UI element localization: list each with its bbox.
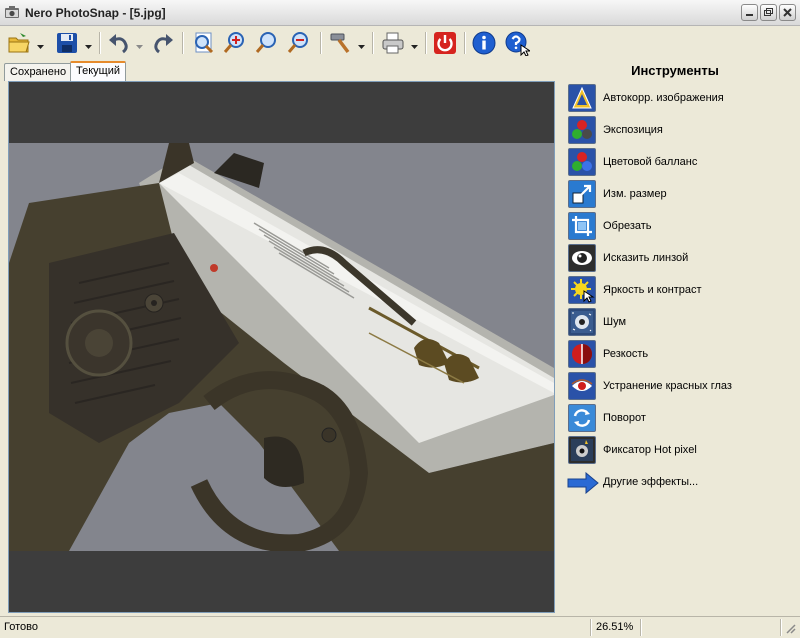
noise-icon: [568, 308, 596, 336]
tool-label: Исказить линзой: [603, 252, 689, 264]
tool-label: Цветовой балланс: [603, 156, 698, 168]
save-icon[interactable]: [54, 30, 80, 56]
tools-dropdown-chevron-icon[interactable]: [358, 41, 365, 49]
auto-correct-icon: [568, 84, 596, 112]
tool-label: Яркость и контраст: [603, 284, 702, 296]
printer-icon[interactable]: [380, 30, 406, 56]
zoom-level: 26.51%: [596, 621, 634, 633]
crop-icon: [568, 212, 596, 240]
undo-icon[interactable]: [106, 30, 132, 56]
tool-lens-distort[interactable]: Исказить линзой: [568, 244, 793, 274]
tool-rotate[interactable]: Поворот: [568, 404, 793, 434]
brightness-contrast-icon: [568, 276, 596, 304]
photo-pistol: [9, 143, 554, 551]
toolbar-separator: [372, 32, 373, 54]
tab-current[interactable]: Текущий: [70, 61, 126, 81]
title-bar[interactable]: Nero PhotoSnap - [5.jpg]: [0, 0, 800, 26]
tools-panel: Инструменты Автокорр. изображения Экспоз…: [560, 60, 800, 616]
status-separator: [590, 619, 591, 636]
status-text: Готово: [4, 621, 38, 633]
resize-grip-icon[interactable]: [784, 622, 796, 634]
zoom-actual-icon[interactable]: [254, 30, 280, 56]
resize-icon: [568, 180, 596, 208]
red-eye-icon: [568, 372, 596, 400]
status-separator: [640, 619, 641, 636]
tool-label: Экспозиция: [603, 124, 663, 136]
open-folder-icon[interactable]: [6, 30, 32, 56]
lens-distort-icon: [568, 244, 596, 272]
hot-pixel-icon: [568, 436, 596, 464]
print-dropdown-chevron-icon[interactable]: [411, 41, 418, 49]
tool-sharpness[interactable]: Резкость: [568, 340, 793, 370]
status-bar: Готово 26.51%: [0, 616, 800, 638]
toolbar-separator: [320, 32, 321, 54]
tool-brightness-contrast[interactable]: Яркость и контраст: [568, 276, 793, 306]
tool-hot-pixel[interactable]: Фиксатор Hot pixel: [568, 436, 793, 466]
tool-label: Шум: [603, 316, 627, 328]
toolbar-separator: [99, 32, 100, 54]
window-title: Nero PhotoSnap - [5.jpg]: [25, 6, 166, 20]
open-dropdown-chevron-icon[interactable]: [37, 41, 44, 49]
arrow-right-icon: [566, 471, 600, 495]
toolbar: [0, 26, 800, 60]
tool-exposure[interactable]: Экспозиция: [568, 116, 793, 146]
tool-color-balance[interactable]: Цветовой балланс: [568, 148, 793, 178]
minimize-button[interactable]: [741, 4, 758, 21]
tool-label: Обрезать: [603, 220, 652, 232]
power-exit-icon[interactable]: [432, 30, 458, 56]
tool-label: Поворот: [603, 412, 646, 424]
toolbar-separator: [425, 32, 426, 54]
close-button[interactable]: [779, 4, 796, 21]
rotate-icon: [568, 404, 596, 432]
tool-label: Изм. размер: [603, 188, 667, 200]
restore-button[interactable]: [760, 4, 777, 21]
tool-crop[interactable]: Обрезать: [568, 212, 793, 242]
zoom-out-icon[interactable]: [286, 30, 312, 56]
save-dropdown-chevron-icon[interactable]: [85, 41, 92, 49]
tool-red-eye[interactable]: Устранение красных глаз: [568, 372, 793, 402]
toolbar-separator: [182, 32, 183, 54]
status-separator: [780, 619, 781, 636]
info-icon[interactable]: [471, 30, 497, 56]
tool-label: Резкость: [603, 348, 649, 360]
tab-saved[interactable]: Сохранено: [4, 63, 73, 81]
tool-label: Фиксатор Hot pixel: [603, 444, 697, 456]
hammer-tools-icon[interactable]: [327, 30, 353, 56]
tool-resize[interactable]: Изм. размер: [568, 180, 793, 210]
app-icon: [4, 5, 20, 21]
tools-panel-title: Инструменты: [631, 63, 719, 78]
image-viewport[interactable]: [8, 81, 555, 613]
zoom-fit-icon[interactable]: [190, 30, 216, 56]
more-effects-label: Другие эффекты...: [603, 476, 699, 488]
exposure-icon: [568, 116, 596, 144]
more-effects-link[interactable]: Другие эффекты...: [566, 468, 793, 498]
tool-noise[interactable]: Шум: [568, 308, 793, 338]
sharpness-icon: [568, 340, 596, 368]
color-balance-icon: [568, 148, 596, 176]
undo-dropdown-chevron-icon[interactable]: [136, 41, 143, 49]
redo-icon[interactable]: [150, 30, 176, 56]
toolbar-separator: [464, 32, 465, 54]
zoom-in-icon[interactable]: [222, 30, 248, 56]
tool-label: Устранение красных глаз: [603, 380, 732, 392]
tool-auto-correct[interactable]: Автокорр. изображения: [568, 84, 793, 114]
tool-label: Автокорр. изображения: [603, 92, 724, 104]
help-pointer-icon[interactable]: [504, 30, 530, 56]
